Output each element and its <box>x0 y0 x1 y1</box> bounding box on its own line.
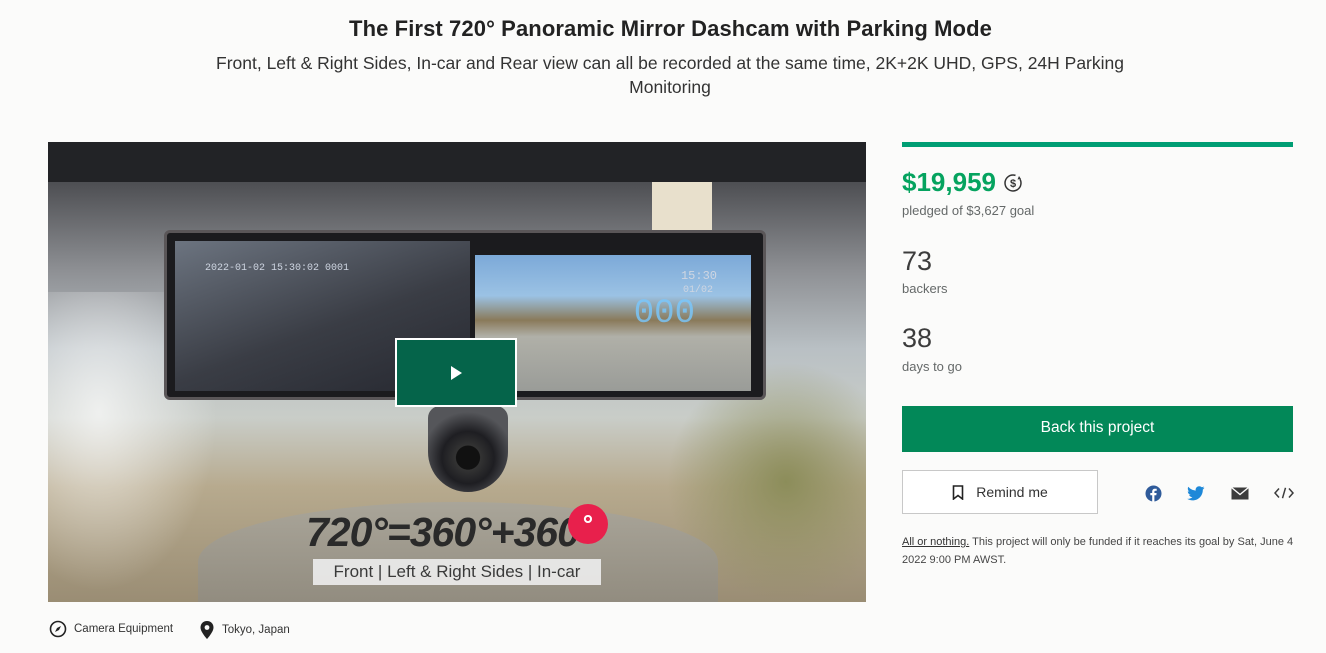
back-project-button[interactable]: Back this project <box>902 406 1293 452</box>
category-label: Camera Equipment <box>74 623 174 635</box>
facebook-icon <box>1145 485 1161 501</box>
video-overlay-headline: 720°=360°+360 <box>306 509 580 555</box>
play-button[interactable] <box>395 338 517 407</box>
video-overlay-degree: ° <box>568 504 608 544</box>
hud-time: 15:30 <box>680 269 717 283</box>
location-pin-icon <box>200 621 214 639</box>
location-label: Tokyo, Japan <box>222 624 290 636</box>
compass-icon <box>49 620 67 638</box>
project-subtitle: Front, Left & Right Sides, In-car and Re… <box>216 53 1124 97</box>
hud-speed: 000 <box>633 295 695 333</box>
share-email-button[interactable] <box>1230 483 1250 503</box>
funding-progress-bar <box>902 142 1293 147</box>
project-title: The First 720° Panoramic Mirror Dashcam … <box>349 16 992 41</box>
project-video[interactable]: 2022-01-02 15:30:02 0001 15:30 01/02 000… <box>48 142 866 602</box>
bookmark-icon <box>952 484 964 500</box>
days-count: 38 <box>902 323 933 353</box>
backers-label: backers <box>902 281 948 296</box>
share-facebook-button[interactable] <box>1143 483 1163 503</box>
svg-text:$: $ <box>1010 178 1016 190</box>
days-label: days to go <box>902 359 962 374</box>
twitter-icon <box>1187 485 1205 500</box>
video-overlay-caption: Front | Left & Right Sides | In-car <box>313 559 601 585</box>
all-or-nothing-notice: All or nothing. This project will only b… <box>902 533 1297 569</box>
location-link[interactable]: Tokyo, Japan <box>199 620 290 640</box>
share-twitter-button[interactable] <box>1186 483 1206 503</box>
currency-convert-icon[interactable]: $ <box>1002 172 1024 194</box>
remind-me-label: Remind me <box>976 484 1048 500</box>
pledged-value: $19,959 <box>902 167 996 197</box>
hud-code: 0001 <box>325 263 350 274</box>
play-icon <box>451 365 462 380</box>
hud-date: 2022-01-02 15:30:02 <box>205 263 320 274</box>
email-icon <box>1231 486 1249 499</box>
all-or-nothing-link[interactable]: All or nothing. <box>902 536 969 548</box>
embed-icon <box>1274 487 1294 499</box>
remind-me-button[interactable]: Remind me <box>902 470 1098 514</box>
dashcam-rear-camera <box>428 406 508 492</box>
backers-count: 73 <box>902 246 933 276</box>
pledged-amount: $19,959 $ <box>902 167 1024 198</box>
share-embed-button[interactable] <box>1274 483 1294 503</box>
category-link[interactable]: Camera Equipment <box>49 620 173 638</box>
video-bg-headliner <box>48 142 866 182</box>
pledged-goal-label: pledged of $3,627 goal <box>902 203 1035 218</box>
